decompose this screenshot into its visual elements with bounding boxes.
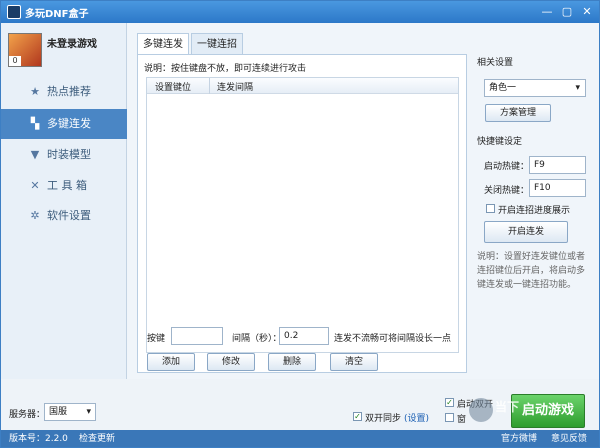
feedback-link[interactable]: 意见反馈 <box>551 430 587 447</box>
sync-settings-link[interactable]: (设置) <box>404 411 429 424</box>
right-note: 说明：设置好连发键位或者连招键位后开启，将启动多键连发或一键连招功能。 <box>477 252 586 290</box>
launch-game-button[interactable]: 启动游戏 <box>511 394 585 428</box>
sidebar-item-multikey[interactable]: ▚ 多键连发 <box>1 109 127 139</box>
stop-hotkey-label: 关闭热键： <box>484 186 530 196</box>
delete-button[interactable]: 删除 <box>268 353 316 371</box>
status-bar: 版本号：2.2.0 检查更新 官方微博 意见反馈 <box>1 430 599 447</box>
star-icon: ★ <box>30 85 40 98</box>
edit-button[interactable]: 修改 <box>207 353 255 371</box>
sidebar: 0 未登录游戏 ★ 热点推荐 ▚ 多键连发 ▼ 时装模型 ✕ 工 具 箱 ✲ 软… <box>1 23 127 379</box>
app-window: 多玩DNF盒子 — ▢ ✕ 0 未登录游戏 ★ 热点推荐 ▚ 多键连发 ▼ 时装… <box>0 0 600 448</box>
column-interval: 连发间隔 <box>217 83 254 93</box>
sidebar-item-hot[interactable]: ★ 热点推荐 <box>1 77 127 107</box>
progress-checkbox-label: 开启连招进度展示 <box>498 206 571 216</box>
sidebar-item-label: 热点推荐 <box>47 85 91 98</box>
sync-label: 双开同步 <box>365 414 402 424</box>
version-text: 版本号：2.2.0 <box>9 434 68 444</box>
avatar-badge: 0 <box>9 56 21 66</box>
close-button[interactable]: ✕ <box>579 4 595 20</box>
app-title: 多玩DNF盒子 <box>25 9 89 20</box>
wrench-icon: ✕ <box>30 179 40 192</box>
interval-stepper[interactable]: 0.2 <box>279 327 329 345</box>
scheme-button[interactable]: 方案管理 <box>485 104 551 122</box>
window-checkbox[interactable] <box>445 413 454 422</box>
grid-icon: ▚ <box>30 117 40 130</box>
sidebar-item-label: 软件设置 <box>47 209 91 222</box>
column-divider <box>209 78 210 94</box>
start-repeat-button[interactable]: 开启连发 <box>484 221 568 243</box>
sidebar-item-toolbox[interactable]: ✕ 工 具 箱 <box>1 171 127 201</box>
shirt-icon: ▼ <box>30 148 40 161</box>
stop-hotkey-input[interactable]: F10 <box>529 179 586 197</box>
chevron-down-icon: ▾ <box>575 83 580 93</box>
role-select[interactable]: 角色一 ▾ <box>484 79 586 97</box>
sidebar-item-fashion[interactable]: ▼ 时装模型 <box>1 140 127 170</box>
key-input[interactable] <box>171 327 223 345</box>
key-label: 按键 <box>147 334 166 344</box>
key-list[interactable]: 设置键位 连发间隔 <box>146 77 459 353</box>
watermark-text: 当下 <box>495 400 520 414</box>
start-hotkey-input[interactable]: F9 <box>529 156 586 174</box>
server-select[interactable]: 国服 ▾ <box>44 403 96 421</box>
watermark-logo <box>469 398 493 422</box>
server-select-value: 国服 <box>49 407 68 417</box>
chevron-down-icon: ▾ <box>86 407 91 417</box>
server-label: 服务器： <box>9 410 46 420</box>
app-logo <box>7 5 21 19</box>
user-status[interactable]: 未登录游戏 <box>47 35 97 50</box>
check-update-link[interactable]: 检查更新 <box>79 430 115 447</box>
sidebar-item-settings[interactable]: ✲ 软件设置 <box>1 201 127 231</box>
gear-icon: ✲ <box>30 209 40 222</box>
interval-hint: 连发不流畅可将间隔设长一点 <box>334 334 452 344</box>
sidebar-item-label: 时装模型 <box>47 148 91 161</box>
main-content: 多键连发 一键连招 说明：按住键盘不放，即可连续进行攻击 设置键位 连发间隔 按… <box>127 23 599 379</box>
dual-open-checkbox[interactable]: ✓ <box>445 398 454 407</box>
tab-multikey[interactable]: 多键连发 <box>137 33 189 55</box>
panel-description: 说明：按住键盘不放，即可连续进行攻击 <box>144 64 307 74</box>
sync-checkbox[interactable]: ✓ <box>353 412 362 421</box>
hotkey-title: 快捷键设定 <box>477 137 523 147</box>
weibo-link[interactable]: 官方微博 <box>501 430 537 447</box>
interval-label: 间隔（秒）： <box>232 334 282 344</box>
sidebar-item-label: 多键连发 <box>47 117 91 130</box>
avatar[interactable]: 0 <box>8 33 42 67</box>
list-header: 设置键位 连发间隔 <box>147 78 458 94</box>
tab-combo[interactable]: 一键连招 <box>191 33 243 55</box>
watermark: 当下 <box>469 398 519 432</box>
related-title: 相关设置 <box>477 58 514 68</box>
column-key: 设置键位 <box>155 83 192 93</box>
role-select-value: 角色一 <box>489 83 517 93</box>
add-button[interactable]: 添加 <box>147 353 195 371</box>
clear-button[interactable]: 清空 <box>330 353 378 371</box>
window-label: 窗 <box>457 415 467 425</box>
sidebar-item-label: 工 具 箱 <box>47 179 87 192</box>
progress-checkbox[interactable] <box>486 204 495 213</box>
title-bar: 多玩DNF盒子 — ▢ ✕ <box>1 1 599 23</box>
multikey-panel: 说明：按住键盘不放，即可连续进行攻击 设置键位 连发间隔 <box>137 54 467 373</box>
minimize-button[interactable]: — <box>539 4 555 20</box>
start-hotkey-label: 启动热键： <box>484 162 530 172</box>
maximize-button[interactable]: ▢ <box>559 4 575 20</box>
